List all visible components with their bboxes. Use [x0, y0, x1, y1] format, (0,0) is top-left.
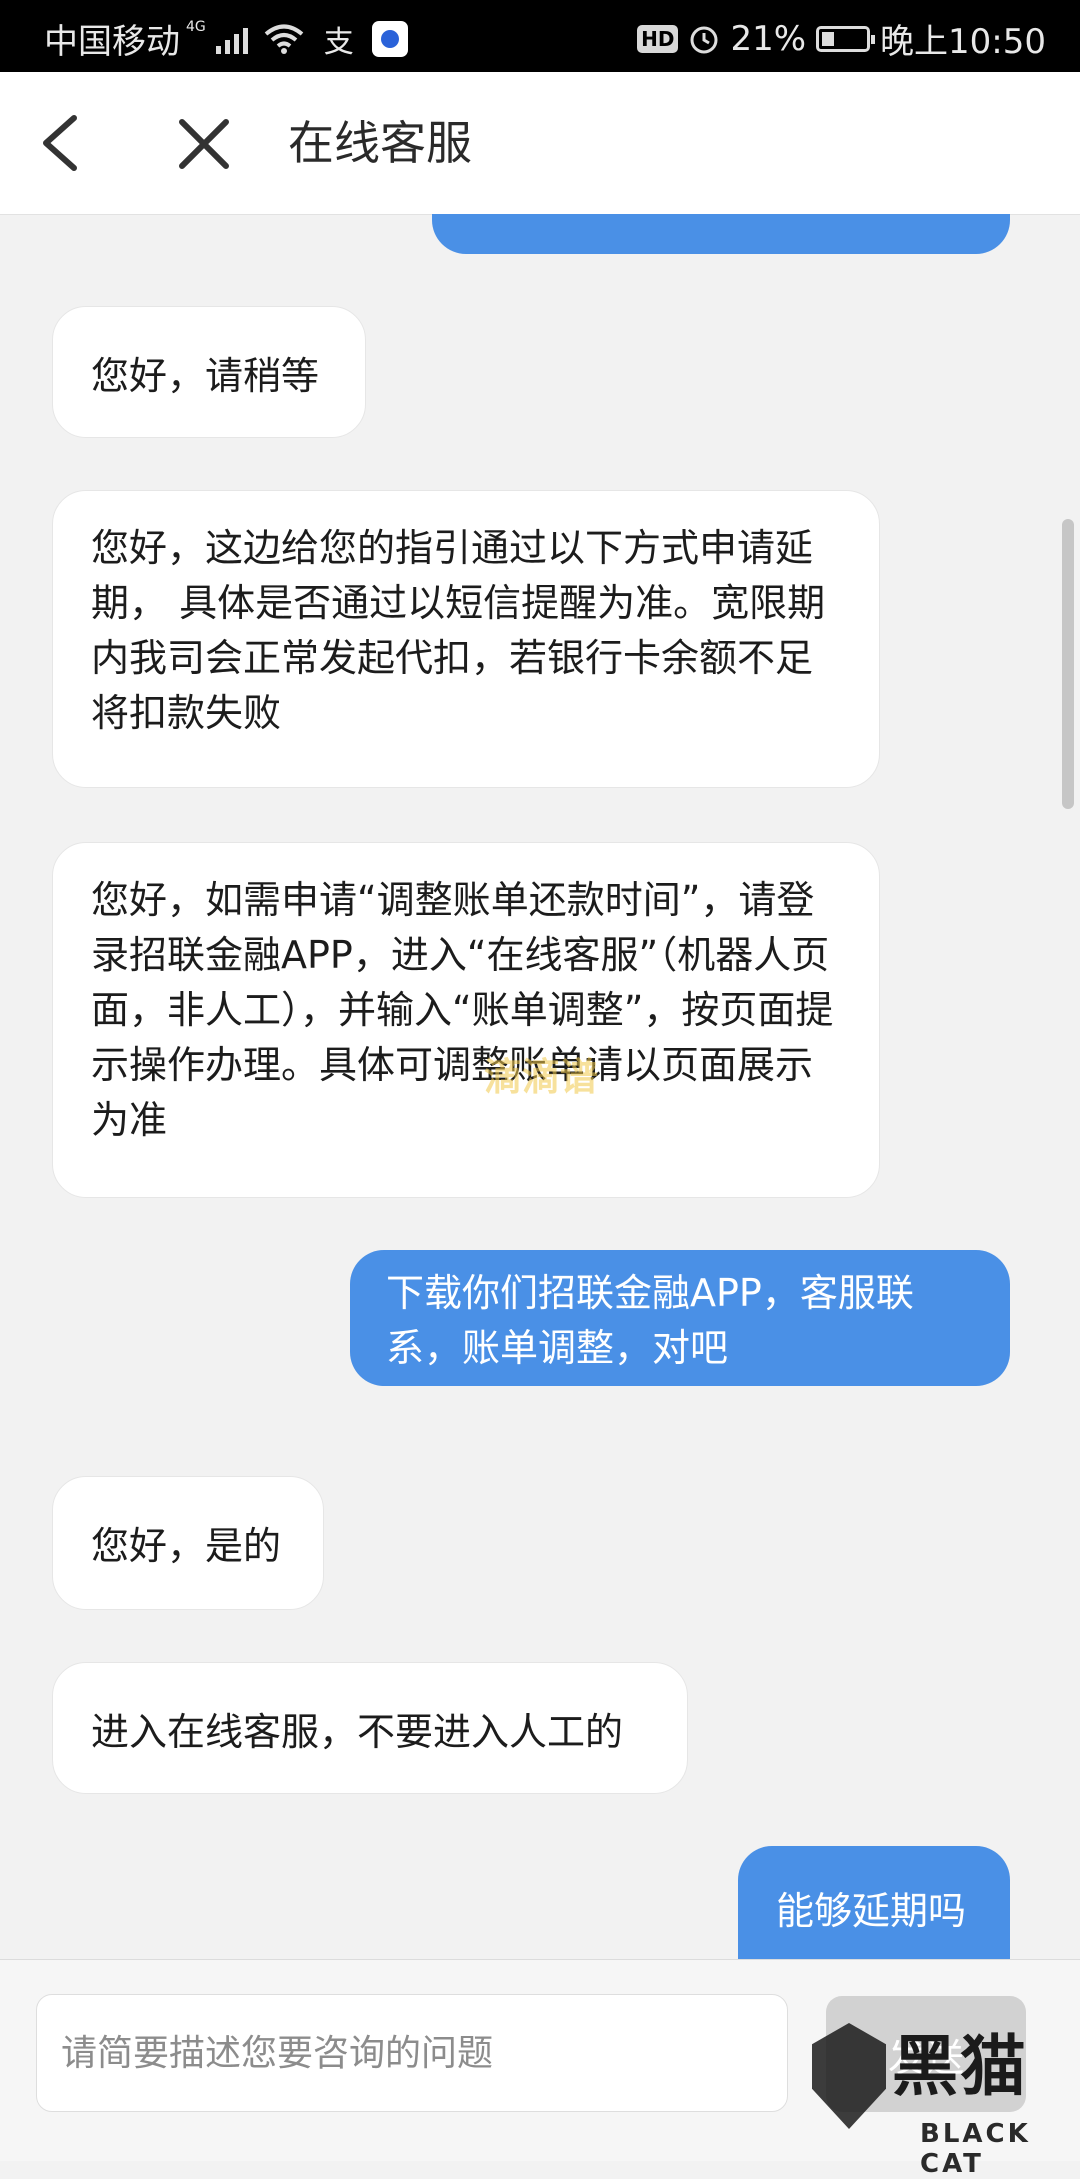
cat-shield-icon	[812, 2023, 886, 2129]
overlay-watermark: 滴滴谱	[484, 1055, 599, 1099]
chat-scrollbar[interactable]	[1062, 519, 1074, 809]
brand-watermark-en: BLACK CAT	[920, 2119, 1031, 2179]
status-right: HD 21% 晚上10:50	[637, 14, 1046, 63]
network-type: 4G	[186, 18, 206, 35]
message-text: 您好，如需申请“调整账单还款时间”，请登录招联金融APP，进入“在线客服”（机器…	[91, 878, 834, 1142]
chevron-left-icon	[43, 115, 77, 171]
message-text: 您好，是的	[91, 1524, 282, 1568]
wifi-icon	[264, 24, 304, 54]
message-input[interactable]	[36, 1994, 788, 2112]
battery-icon	[816, 25, 876, 52]
back-button[interactable]	[30, 108, 100, 178]
brand-watermark: 黑猫 BLACK CAT	[812, 2015, 1080, 2179]
status-bar: 中国移动 4G 支 HD 21% 晚上10:50	[0, 0, 1080, 72]
message-text: 能够延期吗	[776, 1889, 967, 1933]
carrier-name: 中国移动	[44, 22, 180, 62]
status-time: 晚上10:50	[880, 22, 1046, 62]
message-text: 您好，这边给您的指引通过以下方式申请延期， 具体是否通过以短信提醒为准。宽限期内…	[91, 526, 826, 735]
signal-icon	[215, 24, 248, 54]
message-bubble-agent: 您好，如需申请“调整账单还款时间”，请登录招联金融APP，进入“在线客服”（机器…	[52, 842, 880, 1198]
baidu-app-icon	[371, 20, 408, 57]
message-bubble-agent: 进入在线客服，不要进入人工的	[52, 1662, 688, 1794]
message-text: 您好，请稍等	[91, 354, 320, 398]
message-bubble-agent: 您好，是的	[52, 1476, 324, 1610]
brand-watermark-cn: 黑猫	[892, 2028, 1028, 2105]
alipay-icon: 支	[323, 24, 354, 60]
message-text: 下载你们招联金融APP，客服联系，账单调整，对吧	[386, 1271, 914, 1370]
status-left: 中国移动 4G 支	[44, 14, 408, 63]
message-bubble-user: 能够延期吗	[738, 1846, 1010, 1959]
close-button[interactable]	[172, 112, 236, 176]
message-bubble-user: 下载你们招联金融APP，客服联系，账单调整，对吧	[350, 1250, 1010, 1386]
alarm-icon	[690, 26, 718, 53]
hd-badge: HD	[637, 24, 679, 53]
message-text: 进入在线客服，不要进入人工的	[91, 1710, 624, 1754]
message-bubble-agent: 您好，请稍等	[52, 306, 366, 438]
chat-area[interactable]: 您好，请稍等 您好，这边给您的指引通过以下方式申请延期， 具体是否通过以短信提醒…	[0, 214, 1080, 1959]
message-bubble-agent: 您好，这边给您的指引通过以下方式申请延期， 具体是否通过以短信提醒为准。宽限期内…	[52, 490, 880, 788]
message-bubble-user	[432, 214, 1010, 254]
close-icon	[179, 119, 229, 169]
chat-header: 在线客服	[0, 72, 1080, 215]
page-title: 在线客服	[288, 116, 472, 170]
battery-percent: 21%	[730, 18, 807, 59]
